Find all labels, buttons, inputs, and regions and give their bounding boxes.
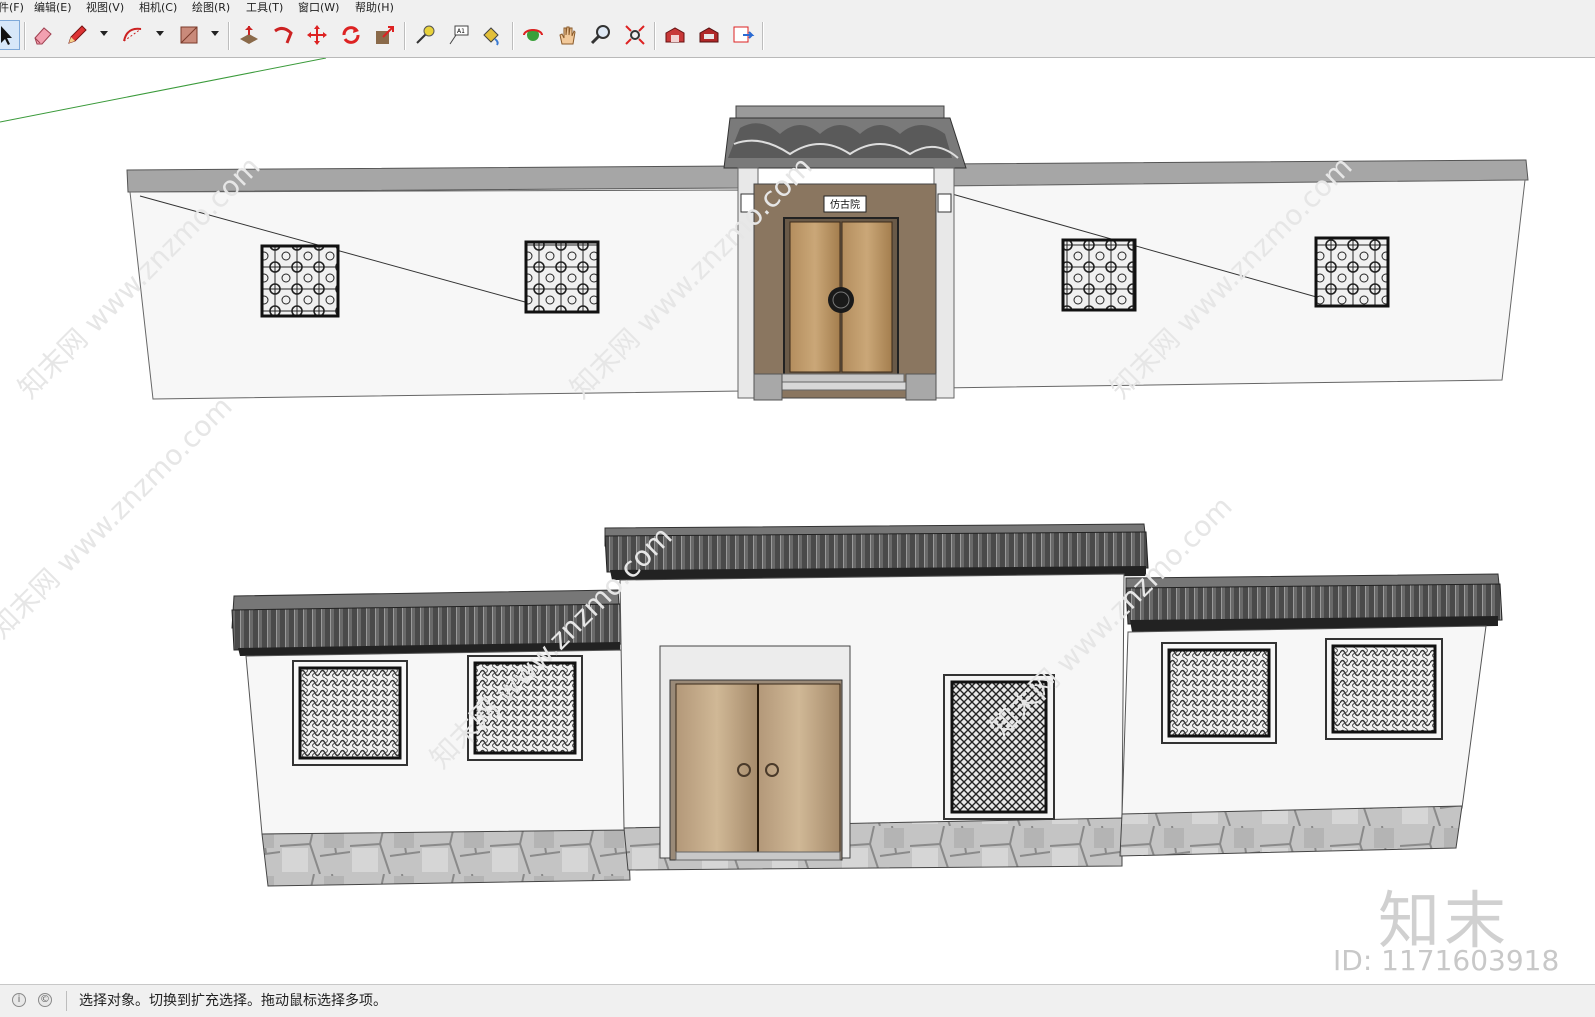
menu-window[interactable]: 窗口(W) bbox=[296, 0, 341, 16]
green-axis-line bbox=[0, 58, 327, 123]
pan-tool-button[interactable] bbox=[552, 20, 582, 50]
push-pull-icon bbox=[240, 26, 258, 44]
pencil-icon bbox=[68, 25, 87, 44]
layout-icon bbox=[733, 26, 755, 43]
tape-measure-icon bbox=[416, 25, 435, 44]
eraser-icon bbox=[34, 27, 52, 45]
toolbar-separator bbox=[654, 22, 656, 50]
credits-icon[interactable]: © bbox=[38, 993, 52, 1007]
select-tool-button[interactable] bbox=[0, 20, 20, 50]
model-viewport[interactable]: 仿古院 知末网 www.znzmo.com 知末网 www.znzmo.com … bbox=[0, 58, 1595, 984]
lower-wall-model bbox=[231, 523, 1503, 887]
arc-dropdown-icon[interactable] bbox=[155, 28, 165, 38]
extension-warehouse-tool-button[interactable] bbox=[694, 20, 724, 50]
warehouse-tool-button[interactable] bbox=[660, 20, 690, 50]
arc-icon bbox=[123, 27, 142, 42]
magnifier-icon bbox=[590, 25, 610, 45]
text-label-icon: A1 bbox=[449, 25, 469, 45]
menu-camera[interactable]: 相机(C) bbox=[137, 0, 179, 16]
rectangle-icon bbox=[180, 26, 198, 44]
menu-draw[interactable]: 绘图(R) bbox=[190, 0, 232, 16]
menu-bar: 件(F) 编辑(E) 视图(V) 相机(C) 绘图(R) 工具(T) 窗口(W)… bbox=[0, 0, 1595, 16]
warehouse-icon bbox=[665, 27, 685, 43]
paint-bucket-tool-button[interactable] bbox=[476, 20, 506, 50]
orbit-icon bbox=[523, 29, 543, 41]
paint-bucket-icon bbox=[483, 27, 499, 46]
menu-edit[interactable]: 编辑(E) bbox=[32, 0, 74, 16]
toolbar-separator bbox=[24, 22, 26, 50]
pencil-dropdown-icon[interactable] bbox=[99, 28, 109, 38]
zoom-tool-button[interactable] bbox=[586, 20, 616, 50]
menu-view[interactable]: 视图(V) bbox=[84, 0, 126, 16]
toolbar: A1 bbox=[0, 16, 1595, 58]
hand-icon bbox=[559, 26, 576, 45]
pencil-tool-button[interactable] bbox=[62, 20, 92, 50]
toolbar-separator bbox=[228, 22, 230, 50]
rotate-tool-button[interactable] bbox=[336, 20, 366, 50]
menu-tools[interactable]: 工具(T) bbox=[244, 0, 285, 16]
watermark-id: ID: 1171603918 bbox=[1333, 944, 1560, 977]
arrow-cursor-icon bbox=[1, 26, 12, 45]
status-message: 选择对象。切换到扩充选择。拖动鼠标选择多项。 bbox=[79, 993, 387, 1009]
status-separator bbox=[66, 991, 67, 1011]
follow-me-icon bbox=[274, 26, 293, 44]
status-bar: i © 选择对象。切换到扩充选择。拖动鼠标选择多项。 bbox=[0, 984, 1595, 1017]
gate-plaque-text: 仿古院 bbox=[830, 198, 860, 211]
rectangle-tool-button[interactable] bbox=[174, 20, 204, 50]
move-arrows-icon bbox=[307, 25, 327, 45]
scale-tool-button[interactable] bbox=[370, 20, 400, 50]
push-pull-tool-button[interactable] bbox=[234, 20, 264, 50]
eraser-tool-button[interactable] bbox=[28, 20, 58, 50]
orbit-tool-button[interactable] bbox=[518, 20, 548, 50]
zoom-extents-tool-button[interactable] bbox=[620, 20, 650, 50]
send-to-layout-tool-button[interactable] bbox=[728, 20, 758, 50]
rectangle-dropdown-icon[interactable] bbox=[210, 28, 220, 38]
toolbar-separator bbox=[512, 22, 514, 50]
menu-file[interactable]: 件(F) bbox=[0, 0, 26, 16]
tape-measure-tool-button[interactable] bbox=[410, 20, 440, 50]
geo-location-icon[interactable]: i bbox=[12, 993, 26, 1007]
arc-tool-button[interactable] bbox=[118, 20, 148, 50]
follow-me-tool-button[interactable] bbox=[268, 20, 298, 50]
toolbar-separator bbox=[404, 22, 406, 50]
text-tool-button[interactable]: A1 bbox=[444, 20, 474, 50]
zoom-extents-icon bbox=[625, 25, 645, 45]
rotate-icon bbox=[342, 26, 360, 44]
extension-warehouse-icon bbox=[699, 27, 719, 43]
svg-text:A1: A1 bbox=[457, 28, 465, 35]
menu-help[interactable]: 帮助(H) bbox=[353, 0, 396, 16]
move-tool-button[interactable] bbox=[302, 20, 332, 50]
scale-icon bbox=[376, 26, 394, 44]
upper-wall-model: 仿古院 bbox=[126, 105, 1529, 401]
toolbar-separator bbox=[762, 22, 764, 50]
